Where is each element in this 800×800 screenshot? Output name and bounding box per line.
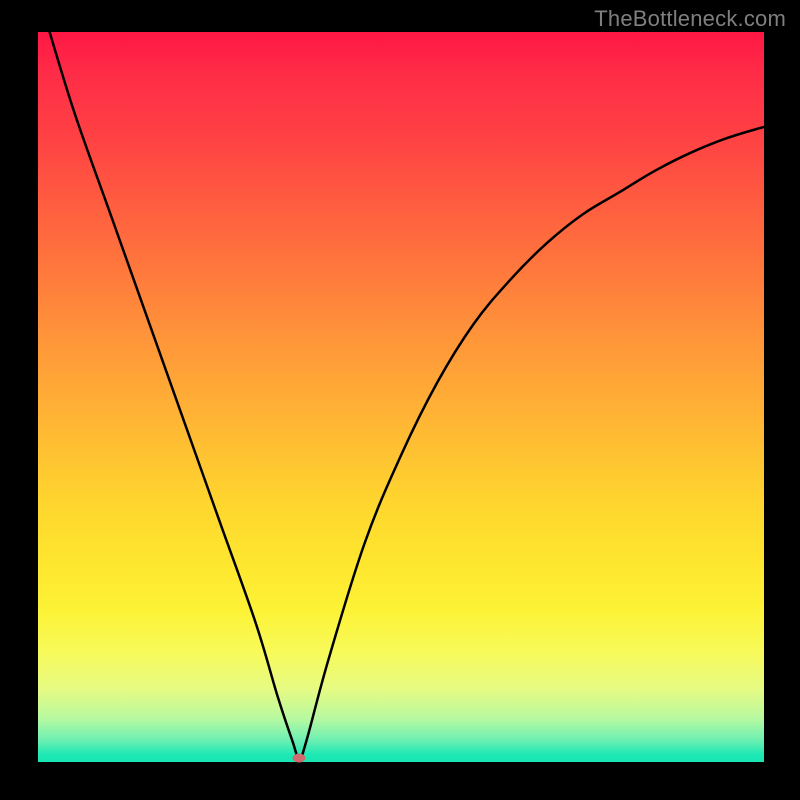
plot-area	[38, 32, 764, 762]
chart-frame: TheBottleneck.com	[0, 0, 800, 800]
optimal-point-marker	[293, 754, 306, 763]
watermark-text: TheBottleneck.com	[594, 6, 786, 32]
bottleneck-curve	[38, 32, 764, 762]
